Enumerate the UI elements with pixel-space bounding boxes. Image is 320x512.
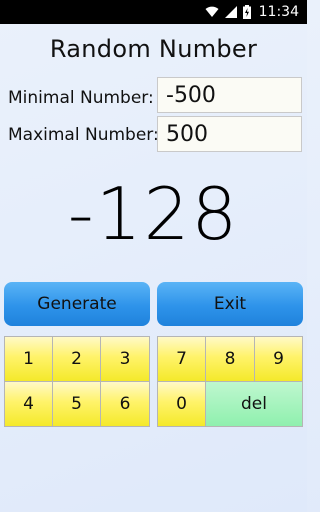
key-7[interactable]: 7: [157, 336, 206, 382]
key-8[interactable]: 8: [205, 336, 255, 382]
max-number-input[interactable]: 500: [157, 116, 302, 152]
key-1[interactable]: 1: [4, 336, 53, 382]
min-number-input[interactable]: -500: [157, 77, 302, 113]
key-2[interactable]: 2: [52, 336, 101, 382]
key-6[interactable]: 6: [100, 381, 150, 427]
wifi-icon: [205, 6, 219, 18]
delete-button[interactable]: del: [205, 381, 303, 427]
battery-charging-icon: [242, 5, 251, 19]
key-5[interactable]: 5: [52, 381, 101, 427]
max-number-label: Maximal Number:: [8, 125, 159, 145]
signal-icon: [224, 6, 237, 18]
page-title: Random Number: [49, 35, 258, 63]
key-9[interactable]: 9: [254, 336, 303, 382]
random-result: -128: [67, 172, 240, 256]
generate-button[interactable]: Generate: [4, 282, 150, 326]
status-time: 11:34: [258, 4, 299, 20]
key-3[interactable]: 3: [100, 336, 150, 382]
exit-button[interactable]: Exit: [157, 282, 303, 326]
key-4[interactable]: 4: [4, 381, 53, 427]
key-0[interactable]: 0: [157, 381, 206, 427]
min-number-label: Minimal Number:: [8, 88, 154, 108]
status-bar: 11:34: [0, 0, 307, 24]
